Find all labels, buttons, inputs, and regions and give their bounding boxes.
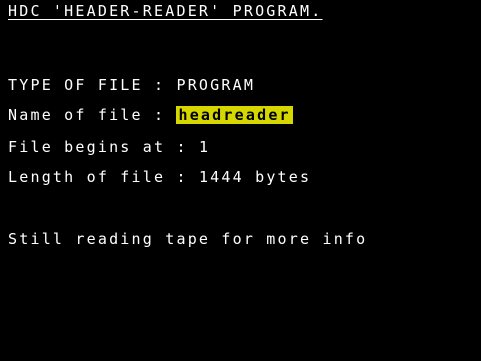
file-begins-label: File begins at :	[8, 138, 199, 156]
file-name-label: Name of file :	[8, 106, 177, 124]
file-begins-row: File begins at : 1	[8, 138, 210, 156]
file-name-row: Name of file : headreader	[8, 106, 293, 124]
file-length-label: Length of file :	[8, 168, 199, 186]
file-type-value: PROGRAM	[176, 76, 256, 94]
file-begins-value: 1	[198, 138, 211, 156]
file-length-row: Length of file : 1444 bytes	[8, 168, 311, 186]
file-length-value: 1444 bytes	[198, 168, 312, 186]
file-name-value: headreader	[176, 106, 293, 124]
file-type-row: TYPE OF FILE : PROGRAM	[8, 76, 255, 94]
terminal-screen: HDC 'HEADER-READER' PROGRAM. TYPE OF FIL…	[0, 0, 481, 361]
status-message: Still reading tape for more info	[8, 230, 368, 248]
file-type-label: TYPE OF FILE :	[8, 76, 177, 94]
program-title: HDC 'HEADER-READER' PROGRAM.	[8, 2, 323, 20]
